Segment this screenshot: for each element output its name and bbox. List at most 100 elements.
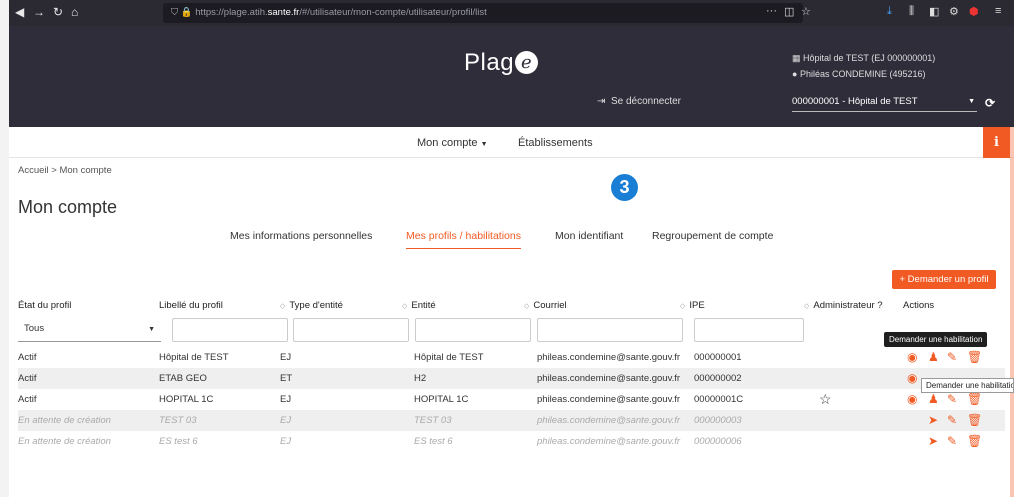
- cell-ipe: 000000006: [694, 436, 742, 447]
- logout-link[interactable]: ⇥ Se déconnecter: [597, 96, 681, 107]
- request-habilitation-icon[interactable]: ♟: [928, 392, 939, 406]
- request-profile-button[interactable]: + Demander un profil: [892, 270, 996, 289]
- view-icon[interactable]: ◉: [907, 392, 917, 406]
- sort-icon: ◇: [680, 303, 686, 310]
- cell-email: phileas.condemine@sante.gouv.fr: [537, 415, 681, 426]
- extension-icon[interactable]: ⚙: [949, 5, 959, 18]
- left-gutter: [0, 0, 9, 497]
- refresh-icon[interactable]: ⟳: [985, 96, 995, 110]
- back-icon[interactable]: ◀: [15, 5, 24, 19]
- tab-personal-info[interactable]: Mes informations personnelles: [230, 230, 372, 242]
- cell-label: HOPITAL 1C: [159, 394, 214, 405]
- col-email-label: Courriel: [533, 300, 567, 311]
- cell-ipe: 000000001: [694, 352, 742, 363]
- view-icon[interactable]: ◉: [907, 350, 917, 364]
- sort-icon: ◇: [402, 303, 408, 310]
- cell-email: phileas.condemine@sante.gouv.fr: [537, 373, 681, 384]
- site-select-value: 000000001 - Hôpital de TEST: [792, 96, 918, 107]
- table-row: Actif HOPITAL 1C EJ HOPITAL 1C phileas.c…: [18, 389, 1005, 410]
- col-ipe-label: IPE: [689, 300, 705, 311]
- col-entity[interactable]: ◇ Entité: [402, 300, 436, 311]
- nav-establishments[interactable]: Établissements: [518, 137, 593, 149]
- forward-icon[interactable]: →: [33, 5, 45, 19]
- menu-icon[interactable]: ≡: [995, 5, 1001, 17]
- type-filter-input[interactable]: [293, 318, 409, 342]
- cell-label: ES test 6: [159, 436, 198, 447]
- cell-state: En attente de création: [18, 415, 111, 426]
- page-actions-icon[interactable]: ···: [766, 5, 777, 17]
- tab-identifier[interactable]: Mon identifiant: [555, 230, 623, 242]
- library-icon[interactable]: ⫼: [909, 5, 914, 18]
- state-filter-select[interactable]: Tous ▼: [18, 318, 161, 342]
- col-email[interactable]: ◇ Courriel: [524, 300, 567, 311]
- url-domain: sante.fr: [267, 7, 300, 18]
- col-state[interactable]: État du profil: [18, 300, 71, 311]
- view-icon[interactable]: ◉: [907, 371, 917, 385]
- cell-entity: HOPITAL 1C: [414, 394, 469, 405]
- cell-type: EJ: [280, 394, 292, 405]
- cell-entity: Hôpital de TEST: [414, 352, 484, 363]
- col-admin[interactable]: ◇ Administrateur ?: [804, 300, 883, 311]
- sidebar-icon[interactable]: ◧: [929, 5, 939, 18]
- table-row: En attente de création TEST 03 EJ TEST 0…: [18, 410, 1005, 431]
- delete-icon[interactable]: 🗑: [967, 413, 982, 427]
- delete-icon[interactable]: 🗑: [967, 392, 982, 406]
- cell-state: Actif: [18, 394, 37, 405]
- adblock-icon[interactable]: ⬢: [969, 5, 979, 18]
- url-path: /#/utilisateur/mon-compte/utilisateur/pr…: [299, 7, 487, 18]
- delete-icon[interactable]: 🗑: [967, 434, 982, 448]
- sort-icon: ◇: [804, 303, 810, 310]
- table-row: Actif ETAB GEO ET H2 phileas.condemine@s…: [18, 368, 1005, 389]
- col-type[interactable]: ◇ Type d'entité: [280, 300, 343, 311]
- url-bar[interactable]: ⛉ 🔒 https://plage.atih.sante.fr/#/utilis…: [163, 3, 803, 23]
- logout-label: Se déconnecter: [610, 96, 682, 107]
- caret-down-icon: ▼: [480, 141, 488, 148]
- hospital-label: Hôpital de TEST (EJ 000000001): [803, 53, 936, 63]
- cell-entity: H2: [414, 373, 427, 384]
- pocket-icon[interactable]: ◫: [784, 5, 794, 18]
- cell-state: En attente de création: [18, 436, 111, 447]
- admin-star-icon[interactable]: ☆: [819, 391, 832, 408]
- download-icon[interactable]: ⤓: [887, 5, 892, 18]
- col-ipe[interactable]: ◇ IPE: [680, 300, 705, 311]
- cell-ipe: 00000001C: [694, 394, 744, 405]
- edit-icon[interactable]: ✎: [947, 413, 957, 427]
- cell-type: EJ: [280, 436, 292, 447]
- cell-label: ETAB GEO: [159, 373, 207, 384]
- table-row: En attente de création ES test 6 EJ ES t…: [18, 431, 1005, 452]
- email-filter-input[interactable]: [537, 318, 683, 342]
- habilitation-tooltip-native: Demander une habilitation: [921, 378, 1014, 393]
- cell-state: Actif: [18, 373, 37, 384]
- edit-icon[interactable]: ✎: [947, 392, 957, 406]
- habilitation-tooltip: Demander une habilitation: [884, 332, 988, 347]
- send-icon[interactable]: ➤: [928, 413, 938, 427]
- cell-email: phileas.condemine@sante.gouv.fr: [537, 352, 681, 363]
- site-select[interactable]: 000000001 - Hôpital de TEST ▼: [792, 96, 977, 112]
- edit-icon[interactable]: ✎: [947, 350, 957, 364]
- nav-account[interactable]: Mon compte ▼: [417, 137, 488, 149]
- logo[interactable]: Plag e: [464, 49, 539, 77]
- edit-icon[interactable]: ✎: [947, 434, 957, 448]
- request-habilitation-icon[interactable]: ♟: [928, 350, 939, 364]
- ipe-filter-input[interactable]: [694, 318, 804, 342]
- reload-icon[interactable]: ↻: [53, 5, 63, 19]
- delete-icon[interactable]: 🗑: [967, 350, 982, 364]
- tab-account-grouping[interactable]: Regroupement de compte: [652, 230, 773, 242]
- cell-ipe: 000000003: [694, 415, 742, 426]
- col-actions: Actions: [903, 300, 935, 311]
- cell-ipe: 000000002: [694, 373, 742, 384]
- tab-profiles[interactable]: Mes profils / habilitations: [406, 230, 521, 249]
- main-nav: Mon compte ▼ Établissements i: [9, 127, 1014, 158]
- entity-filter-input[interactable]: [415, 318, 531, 342]
- cell-email: phileas.condemine@sante.gouv.fr: [537, 394, 681, 405]
- logo-letter: e: [515, 51, 539, 74]
- bookmark-star-icon[interactable]: ☆: [801, 5, 811, 18]
- home-icon[interactable]: ⌂: [71, 5, 78, 19]
- cell-state: Actif: [18, 352, 37, 363]
- info-button[interactable]: i: [983, 127, 1010, 158]
- table-header: État du profil Libellé du profil ◇ Type d…: [9, 296, 1014, 316]
- cell-label: TEST 03: [159, 415, 197, 426]
- label-filter-input[interactable]: [172, 318, 288, 342]
- col-label[interactable]: Libellé du profil: [159, 300, 223, 311]
- send-icon[interactable]: ➤: [928, 434, 938, 448]
